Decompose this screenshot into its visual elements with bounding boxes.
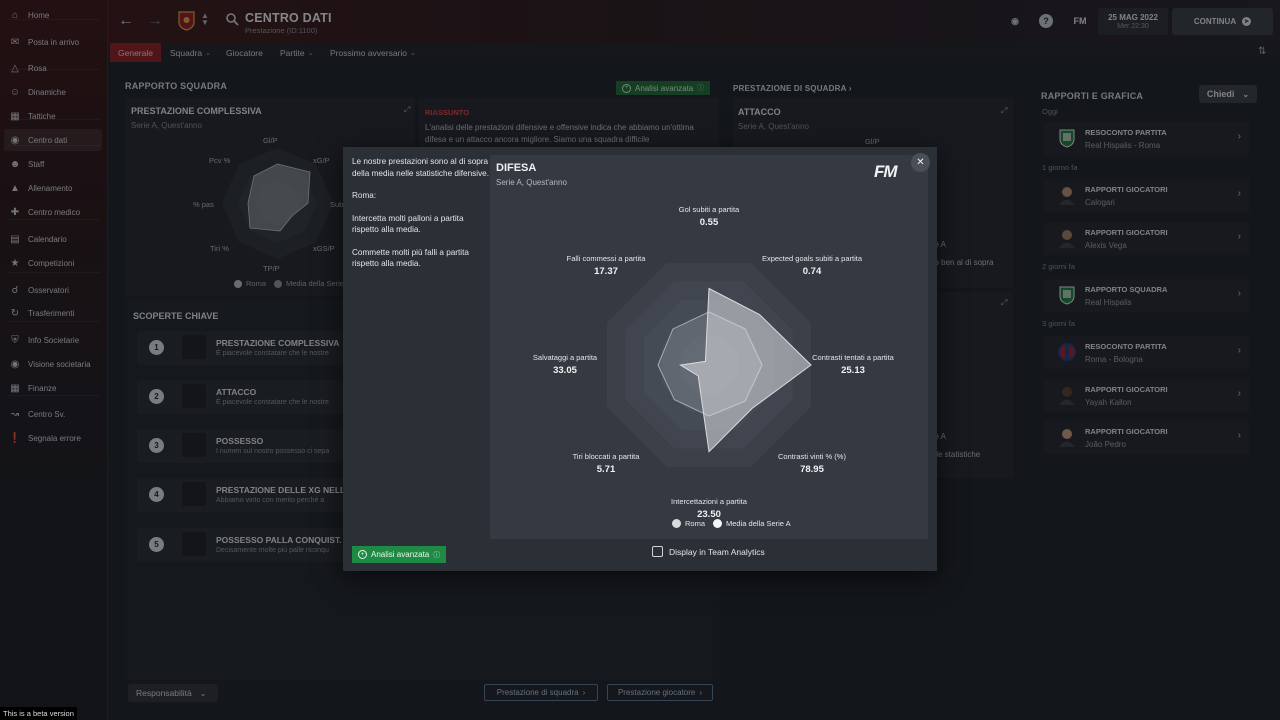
metric-value: 17.37 [594,266,618,277]
defense-chart-panel: Gol subiti a partita 0.55 Expected goals s… [490,155,928,539]
advanced-analysis-button[interactable]: + Analisi avanzata ⓘ [352,546,447,563]
metric-label: Salvataggi a partita [533,353,598,362]
metric-value: 25.13 [841,365,865,376]
description-paragraph: Intercetta molti palloni a partita rispe… [352,213,464,235]
button-label: Analisi avanzata [371,550,430,559]
info-icon: ⓘ [433,551,441,559]
metric-value: 33.05 [553,365,577,376]
checkbox-label: Display in Team Analytics [669,546,765,557]
chart-title: DIFESA [496,162,537,174]
legend-label: Media della Serie A [726,519,791,528]
metric-value: 5.71 [597,464,616,475]
description-paragraph: Roma: [352,191,377,200]
metric-label: Falli commessi a partita [567,254,647,263]
chart-legend: Roma Media della Serie A [672,519,791,528]
beta-notice: This is a beta version [0,707,77,720]
legend-label: Roma [685,519,706,528]
legend-dot-media [713,519,723,528]
metric-label: Contrasti tentati a partita [812,353,895,362]
legend-dot-roma [672,519,681,528]
metric-label: Gol subiti a partita [679,205,740,214]
metric-label: Intercettazioni a partita [671,497,748,506]
metric-value: 0.55 [700,217,719,228]
description-paragraph: Le nostre prestazioni sono al di sopra d… [352,157,489,178]
metric-label: Contrasti vinti % (%) [778,452,846,461]
description-paragraph: Commette molti più falli a partita rispe… [352,247,469,269]
checkbox[interactable] [652,546,663,557]
defense-modal: Le nostre prestazioni sono al di sopra d… [343,147,937,571]
metric-value: 0.74 [803,266,822,277]
modal-description: Le nostre prestazioni sono al di sopra d… [352,156,490,281]
metric-label: Tiri bloccati a partita [573,452,641,461]
metric-label: Expected goals subiti a partita [762,254,863,263]
plus-circle-icon: + [358,550,367,559]
display-in-team-analytics[interactable]: Display in Team Analytics [652,546,765,557]
defense-radar-chart: Gol subiti a partita 0.55 Expected goals s… [533,205,895,520]
fm-logo: FM [874,162,898,181]
close-icon[interactable]: ✕ [911,153,930,172]
metric-value: 78.95 [800,464,824,475]
chart-subtitle: Serie A, Quest'anno [496,178,567,187]
